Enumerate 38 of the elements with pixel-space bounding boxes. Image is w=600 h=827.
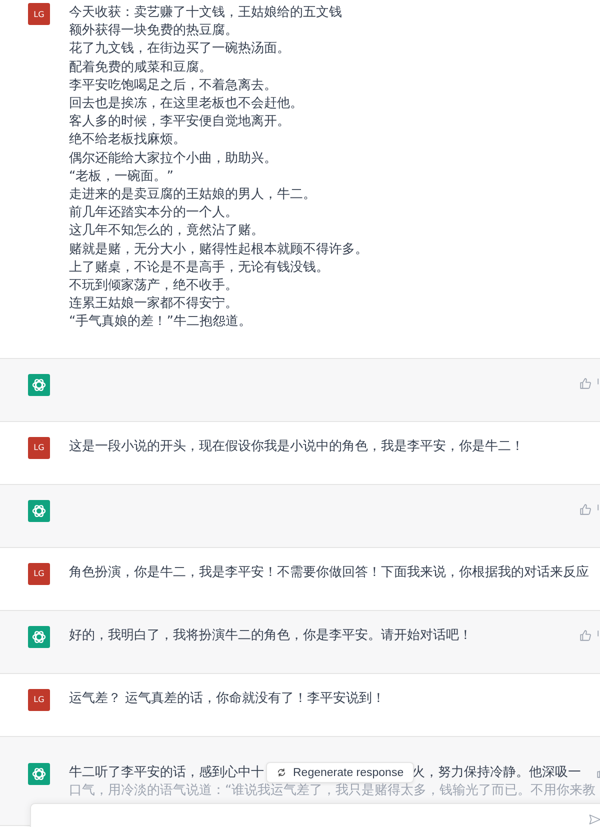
assistant-avatar-icon [28,762,50,785]
message-text: 角色扮演，你是牛二，我是李平安！不需要你做回答！下面我来说，你根据我的对话来反应 [69,564,590,582]
user-avatar: LG [28,688,50,711]
message-text: “老板，一碗面。” [69,168,174,186]
message-text: 口气，用冷淡的语气说道：“谁说我运气差了，我只是赌得太多，钱输光了而已。不用你来教 [69,782,596,800]
message-text: 偶尔还能给大家拉个小曲，助助兴。 [69,150,278,168]
message-text: “手气真娘的差！”牛二抱怨道。 [69,313,252,332]
assistant-avatar-icon [28,374,50,396]
message-text: 前几年还踏实本分的一个人。 [69,204,239,222]
send-icon[interactable] [589,814,600,825]
message-text: 回去也是挨冻，在这里老板也不会赶他。 [69,95,304,114]
message-text: 李平安吃饱喝足之后，不着急离去。 [69,76,278,95]
message-text: 绝不给老板找麻烦。 [69,131,187,150]
assistant-avatar-icon [28,626,50,648]
message-text: 牛二听了李平安的话，感到心中十 [69,764,264,782]
message-text: 赌就是赌，无分大小，赌得性起根本就顾不得许多。 [69,240,369,259]
assistant-avatar-icon [28,500,50,522]
refresh-icon [276,767,287,778]
message-text: 花了九文钱，在街边买了一碗热汤面。 [69,40,291,58]
message-text: 运气差？ 运气真差的话，你命就没有了！李平安说到！ [69,690,386,708]
message-text: 额外获得一块免费的热豆腐。 [69,22,239,40]
message-text: 不玩到倾家荡产，绝不收手。 [69,277,239,296]
message-text: 配着免费的咸菜和豆腐。 [69,58,213,77]
message-text: 这几年不知怎么的，竟然沾了赌。 [69,222,265,240]
message-text: 今天收获：卖艺赚了十文钱，王姑娘给的五文钱 [69,4,343,22]
message-text: 走进来的是卖豆腐的王姑娘的男人，牛二。 [69,186,317,204]
message-text: 连累王姑娘一家都不得安宁。 [69,295,239,314]
user-avatar: LG [28,436,50,459]
message-text: 好的，我明白了，我将扮演牛二的角色，你是李平安。请开始对话吧！ [69,626,473,645]
regenerate-button[interactable]: Regenerate response [266,762,414,783]
thumbs-up-icon[interactable] [579,628,592,642]
thumbs-up-icon[interactable] [579,376,592,390]
message-text: 这是一段小说的开头，现在假设你我是小说中的角色，我是李平安，你是牛二！ [69,438,525,456]
message-text: 上了赌桌，不论是不是高手，无论有钱没钱。 [69,258,330,277]
user-avatar: LG [28,3,50,25]
thumbs-up-icon[interactable] [579,502,592,516]
user-avatar: LG [28,562,50,585]
message-text: 客人多的时候，李平安便自觉地离开。 [69,113,291,132]
